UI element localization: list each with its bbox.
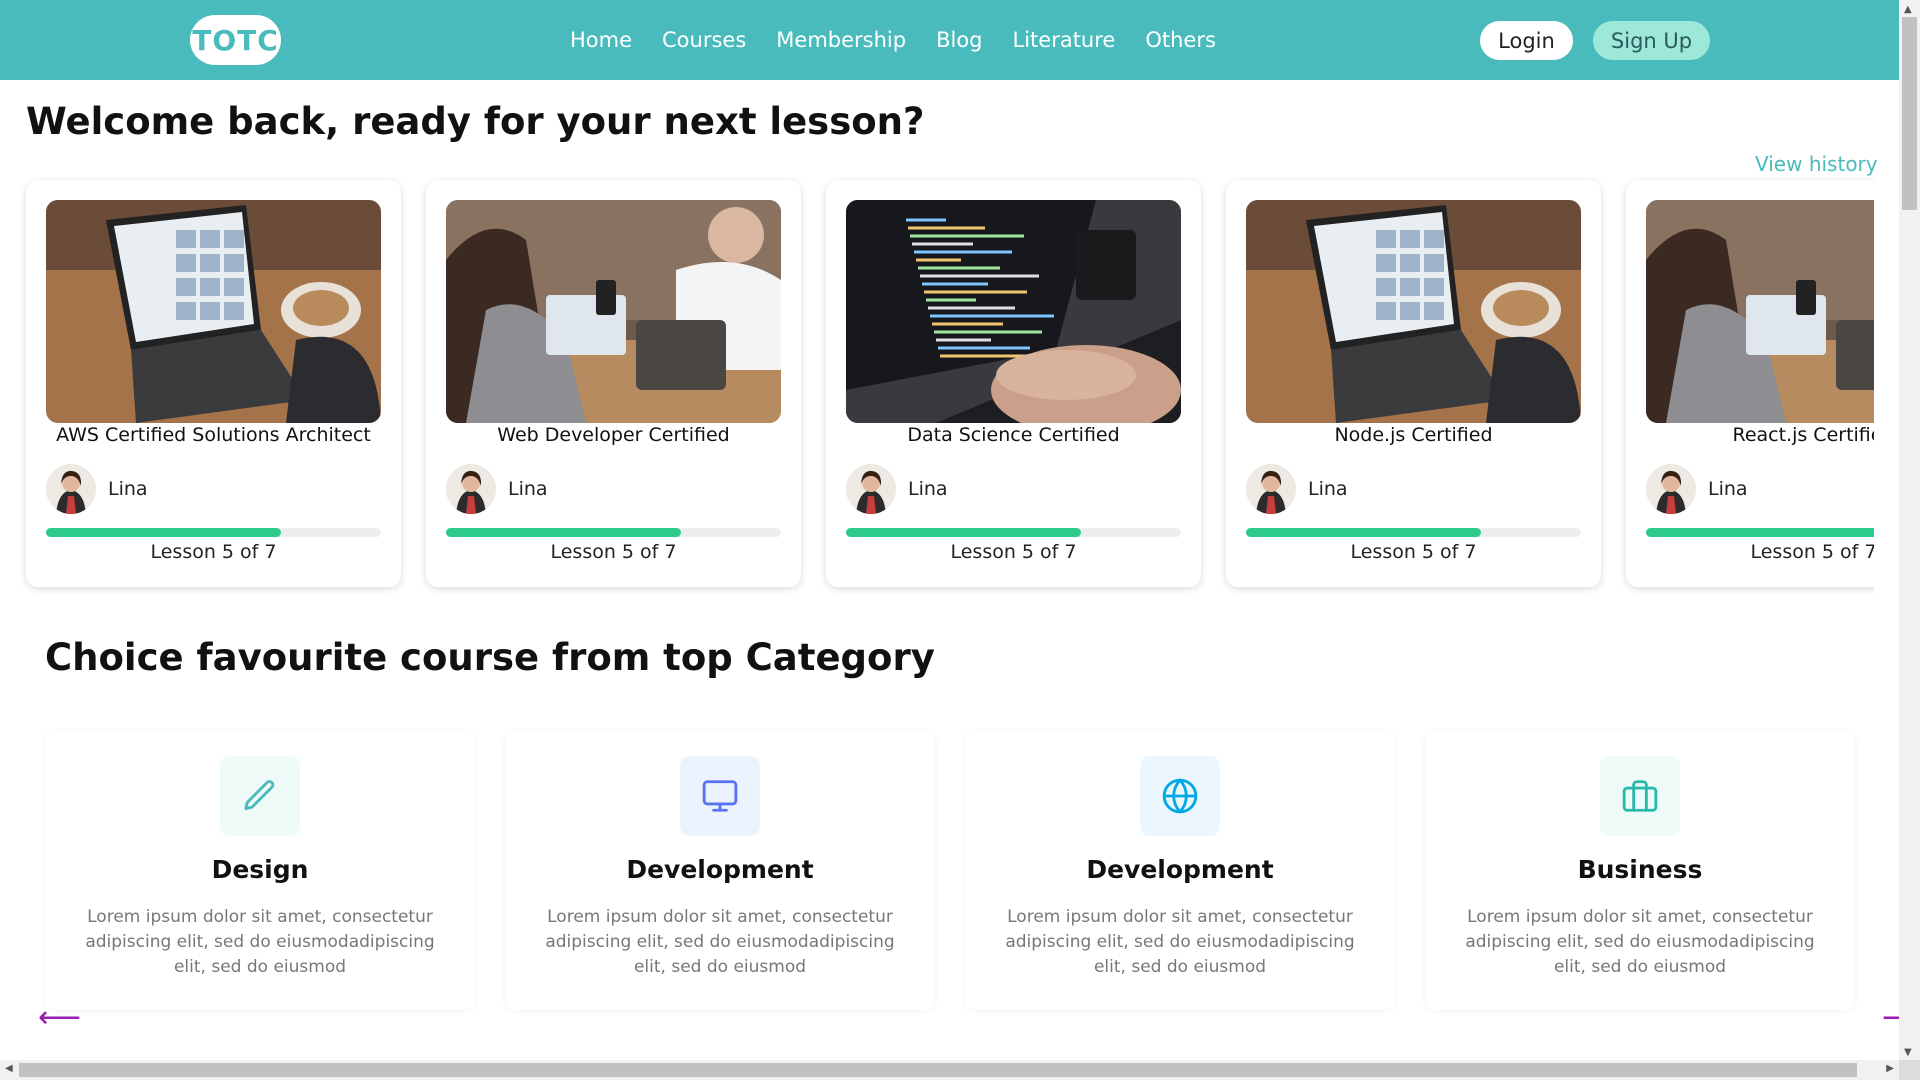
- category-description: Lorem ipsum dolor sit amet, consectetur …: [1465, 907, 1815, 977]
- lesson-progress-text: Lesson 5 of 7: [1350, 541, 1477, 563]
- scroll-down-icon[interactable]: ▼: [1904, 1047, 1912, 1058]
- author-name: Lina: [508, 478, 548, 500]
- progress-fill: [446, 528, 681, 537]
- totc-logo[interactable]: TOTC: [190, 15, 281, 65]
- nav-membership[interactable]: Membership: [776, 28, 906, 52]
- course-thumbnail[interactable]: [1246, 200, 1581, 423]
- author-name: Lina: [1308, 478, 1348, 500]
- lesson-progress-text: Lesson 5 of 7: [150, 541, 277, 563]
- course-title: Data Science Certified: [907, 424, 1120, 446]
- course-title: AWS Certified Solutions Architect: [56, 424, 371, 446]
- arrow-right-icon[interactable]: ⟶: [1882, 1006, 1899, 1030]
- course-thumbnail[interactable]: [446, 200, 781, 423]
- lesson-progress-text: Lesson 5 of 7: [950, 541, 1077, 563]
- author-avatar: [1246, 464, 1296, 514]
- arrow-left-icon[interactable]: ⟵: [38, 1003, 81, 1033]
- top-navbar: TOTC Home Courses Membership Blog Litera…: [0, 0, 1899, 80]
- progress-bar: [1646, 528, 1874, 537]
- author-avatar: [446, 464, 496, 514]
- course-card[interactable]: AWS Certified Solutions Architect Lina L…: [26, 180, 401, 587]
- lesson-progress-text: Lesson 5 of 7: [550, 541, 677, 563]
- progress-fill: [846, 528, 1081, 537]
- course-card[interactable]: Data Science Certified Lina Lesson 5 of …: [826, 180, 1201, 587]
- author-avatar: [46, 464, 96, 514]
- progress-bar: [46, 528, 381, 537]
- progress-bar: [846, 528, 1181, 537]
- vertical-scrollbar[interactable]: ▲ ▼: [1899, 0, 1920, 1080]
- scroll-up-icon[interactable]: ▲: [1904, 4, 1912, 15]
- category-card[interactable]: Business Lorem ipsum dolor sit amet, con…: [1425, 730, 1855, 1010]
- category-name: Design: [211, 855, 309, 884]
- main-nav: Home Courses Membership Blog Literature …: [570, 0, 1216, 80]
- course-thumbnail[interactable]: [46, 200, 381, 423]
- author-avatar: [1646, 464, 1696, 514]
- pencil-icon: [220, 756, 300, 836]
- progress-bar: [1246, 528, 1581, 537]
- category-description: Lorem ipsum dolor sit amet, consectetur …: [1005, 907, 1355, 977]
- welcome-heading: Welcome back, ready for your next lesson…: [26, 100, 925, 143]
- course-title: Node.js Certified: [1334, 424, 1493, 446]
- scrollbar-corner: [1899, 1060, 1920, 1080]
- vertical-scroll-thumb[interactable]: [1902, 17, 1917, 210]
- lesson-progress-text: Lesson 5 of 7: [1750, 541, 1874, 563]
- author-avatar: [846, 464, 896, 514]
- category-name: Development: [1086, 855, 1274, 884]
- nav-courses[interactable]: Courses: [662, 28, 746, 52]
- category-description: Lorem ipsum dolor sit amet, consectetur …: [545, 907, 895, 977]
- horizontal-scrollbar[interactable]: ◀ ▶: [0, 1060, 1899, 1080]
- nav-others[interactable]: Others: [1145, 28, 1216, 52]
- progress-fill: [1246, 528, 1481, 537]
- signup-button[interactable]: Sign Up: [1593, 21, 1710, 60]
- course-card[interactable]: Web Developer Certified Lina Lesson 5 of…: [426, 180, 801, 587]
- category-card[interactable]: Design Lorem ipsum dolor sit amet, conse…: [45, 730, 475, 1010]
- progress-fill: [1646, 528, 1874, 537]
- briefcase-icon: [1600, 756, 1680, 836]
- author-name: Lina: [1708, 478, 1748, 500]
- category-heading: Choice favourite course from top Categor…: [45, 636, 935, 679]
- scroll-left-icon[interactable]: ◀: [5, 1063, 13, 1074]
- category-card[interactable]: Development Lorem ipsum dolor sit amet, …: [505, 730, 935, 1010]
- category-card[interactable]: Development Lorem ipsum dolor sit amet, …: [965, 730, 1395, 1010]
- author-name: Lina: [108, 478, 148, 500]
- course-thumbnail[interactable]: [846, 200, 1181, 423]
- category-name: Business: [1577, 855, 1703, 884]
- course-carousel: AWS Certified Solutions Architect Lina L…: [20, 170, 1874, 595]
- category-description: Lorem ipsum dolor sit amet, consectetur …: [85, 907, 435, 977]
- monitor-icon: [680, 756, 760, 836]
- author-name: Lina: [908, 478, 948, 500]
- course-card[interactable]: React.js Certified Lina Lesson 5 of 7: [1626, 180, 1874, 587]
- category-name: Development: [626, 855, 814, 884]
- progress-fill: [46, 528, 281, 537]
- progress-bar: [446, 528, 781, 537]
- nav-home[interactable]: Home: [570, 28, 632, 52]
- course-card[interactable]: Node.js Certified Lina Lesson 5 of 7: [1226, 180, 1601, 587]
- horizontal-scroll-thumb[interactable]: [19, 1063, 1857, 1077]
- scroll-right-icon[interactable]: ▶: [1886, 1063, 1894, 1074]
- nav-literature[interactable]: Literature: [1013, 28, 1116, 52]
- nav-blog[interactable]: Blog: [936, 28, 982, 52]
- course-title: Web Developer Certified: [497, 424, 730, 446]
- course-title: React.js Certified: [1732, 424, 1874, 446]
- login-button[interactable]: Login: [1480, 21, 1573, 60]
- course-thumbnail[interactable]: [1646, 200, 1874, 423]
- globe-icon: [1140, 756, 1220, 836]
